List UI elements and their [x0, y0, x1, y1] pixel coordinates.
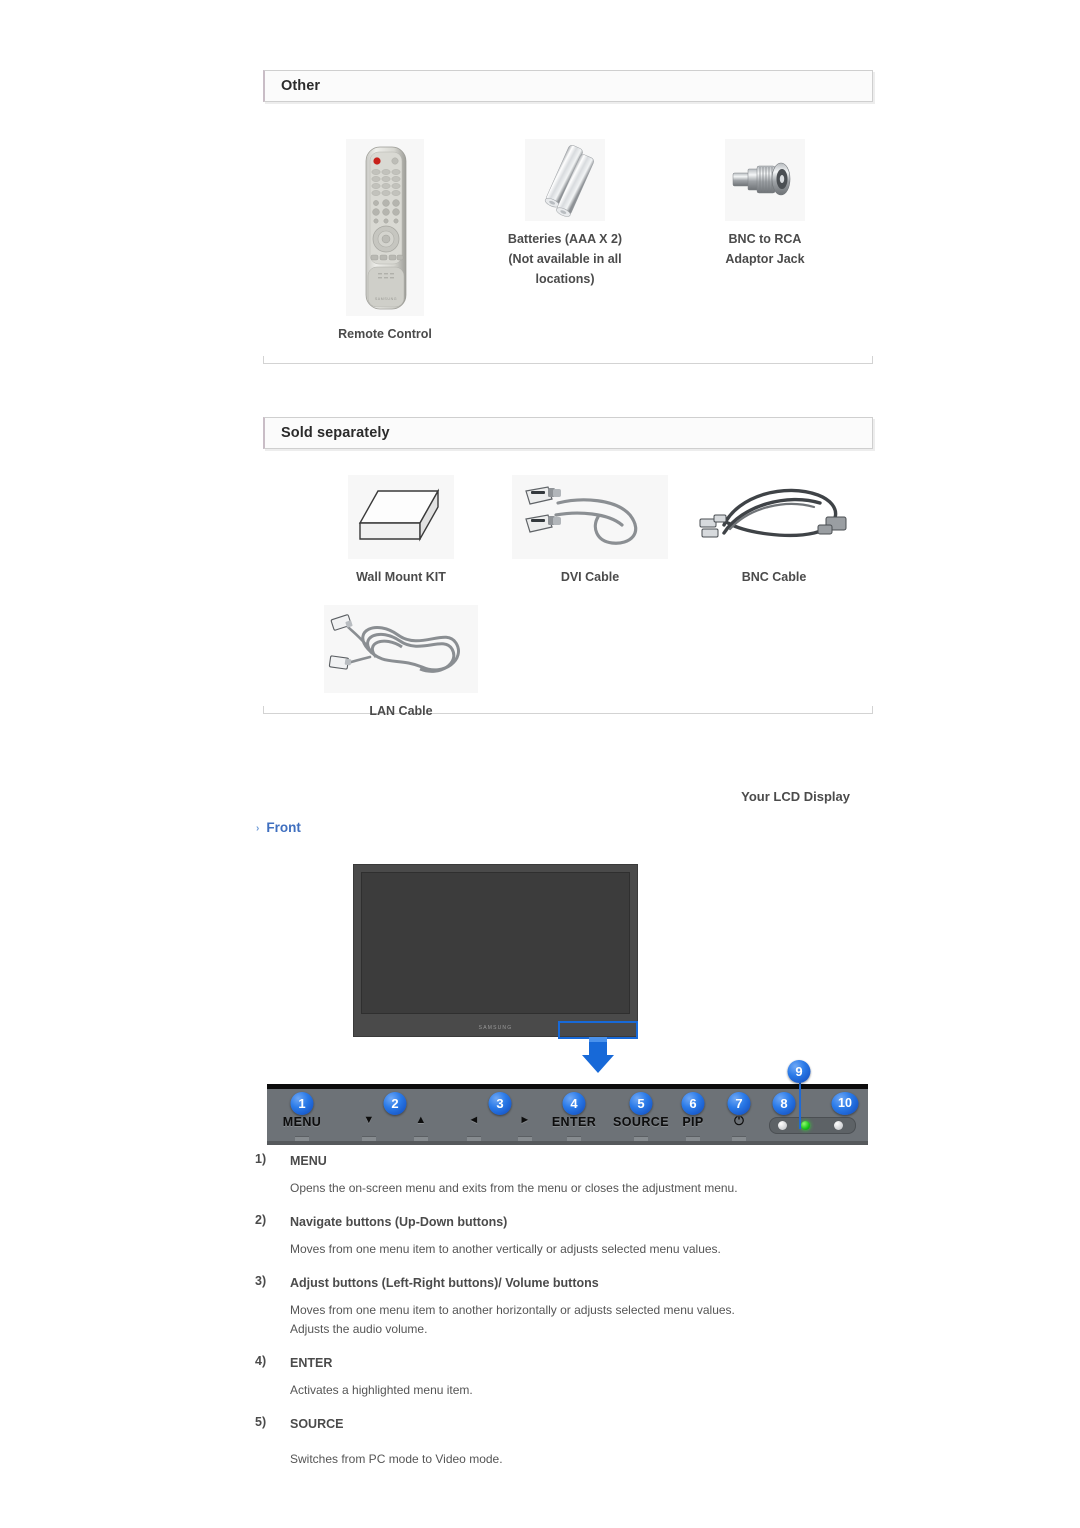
button-slot — [295, 1136, 309, 1141]
chevron-right-icon: › — [256, 823, 260, 834]
description-body: Opens the on-screen menu and exits from … — [290, 1179, 875, 1198]
accessory-bnc-cable: BNC Cable — [674, 471, 874, 587]
accessory-label: BNC to RCA Adaptor Jack — [725, 232, 805, 266]
section-other-header: Other — [263, 70, 873, 102]
description-item-source: 5) SOURCE Switches from PC mode to Video… — [255, 1415, 875, 1469]
description-body: Moves from one menu item to another hori… — [290, 1301, 875, 1339]
section-sold-separately-body: Wall Mount KIT DVI Cable BNC Cable LAN C… — [263, 449, 874, 718]
description-item-adjust: 3) Adjust buttons (Left-Right buttons)/ … — [255, 1274, 875, 1339]
callout-badge-10: 10 — [831, 1092, 859, 1115]
description-number: 1) — [255, 1152, 267, 1166]
lan-cable-icon — [324, 605, 478, 693]
callout-badge-5: 5 — [629, 1092, 653, 1115]
section-sold-separately: Sold separately Wall Mount KIT DVI Cable… — [263, 417, 874, 718]
control-source-label[interactable]: SOURCE — [613, 1115, 669, 1129]
section-other-title: Other — [281, 78, 321, 94]
callout-badge-8: 8 — [772, 1092, 796, 1115]
description-title: SOURCE — [290, 1417, 344, 1431]
callout-badge-2: 2 — [383, 1092, 407, 1115]
svg-text:SAMSUNG: SAMSUNG — [375, 297, 397, 301]
button-slot — [634, 1136, 648, 1141]
button-description-list: 1) MENU Opens the on-screen menu and exi… — [255, 1152, 875, 1484]
callout-badge-6: 6 — [681, 1092, 705, 1115]
control-right-arrow-label[interactable]: ► — [519, 1114, 530, 1126]
description-body: Switches from PC mode to Video mode. — [290, 1450, 875, 1469]
front-section-link[interactable]: › Front — [256, 820, 301, 835]
description-title: MENU — [290, 1154, 327, 1168]
callout-badge-9: 9 — [787, 1060, 811, 1083]
section-other-body: SAMSUNG Remote Control Batteries (AAA X … — [263, 102, 873, 364]
description-number: 3) — [255, 1274, 267, 1288]
control-down-arrow-label[interactable]: ▼ — [363, 1114, 374, 1126]
description-title: Adjust buttons (Left-Right buttons)/ Vol… — [290, 1276, 599, 1290]
accessory-label: Remote Control — [338, 327, 432, 341]
down-arrow-icon — [581, 1037, 615, 1073]
description-item-navigate: 2) Navigate buttons (Up-Down buttons) Mo… — [255, 1213, 875, 1259]
description-number: 4) — [255, 1354, 267, 1368]
front-label: Front — [266, 820, 301, 835]
section-sold-separately-header: Sold separately — [263, 417, 873, 449]
button-slot — [518, 1136, 532, 1141]
control-menu-label[interactable]: MENU — [283, 1115, 321, 1129]
accessory-label: Wall Mount KIT — [356, 570, 446, 584]
description-number: 2) — [255, 1213, 267, 1227]
description-item-enter: 4) ENTER Activates a highlighted menu it… — [255, 1354, 875, 1400]
power-led-green — [801, 1121, 810, 1130]
control-power-icon[interactable] — [733, 1113, 746, 1129]
accessory-label: DVI Cable — [560, 570, 620, 584]
button-slot — [686, 1136, 700, 1141]
bnc-to-rca-adaptor-icon — [725, 139, 805, 221]
control-up-arrow-label[interactable]: ▲ — [415, 1114, 426, 1126]
description-number: 5) — [255, 1415, 267, 1429]
accessory-remote-control: SAMSUNG Remote Control — [305, 139, 465, 344]
callout-badge-7: 7 — [727, 1092, 751, 1115]
control-panel-strip: MENU ▼ ▲ ◄ ► ENTER SOURCE PIP 1 2 3 4 5 … — [267, 1084, 868, 1145]
button-slot — [414, 1136, 428, 1141]
accessory-label: BNC Cable — [741, 570, 807, 584]
control-left-arrow-label[interactable]: ◄ — [468, 1114, 479, 1126]
accessory-label: Batteries (AAA X 2) (Not available in al… — [507, 232, 623, 286]
accessory-batteries: Batteries (AAA X 2) (Not available in al… — [475, 139, 655, 289]
button-slot — [567, 1136, 581, 1141]
accessory-dvi-cable: DVI Cable — [490, 475, 690, 587]
accessory-bnc-to-rca: BNC to RCA Adaptor Jack — [675, 139, 855, 269]
description-line: Adjusts the audio volume. — [290, 1322, 428, 1336]
description-line: Moves from one menu item to another hori… — [290, 1303, 735, 1317]
description-body: Activates a highlighted menu item. — [290, 1381, 875, 1400]
button-slot — [732, 1136, 746, 1141]
description-line: Opens the on-screen menu and exits from … — [290, 1181, 738, 1195]
section-other: Other SAMSUNG Remote Control Batteries (… — [263, 70, 873, 364]
description-body: Moves from one menu item to another vert… — [290, 1240, 875, 1259]
dvi-cable-icon — [512, 475, 668, 559]
remote-control-icon: SAMSUNG — [346, 139, 424, 316]
description-line: Switches from PC mode to Video mode. — [290, 1452, 503, 1466]
remote-sensor-led — [834, 1121, 843, 1130]
power-led-left — [778, 1121, 787, 1130]
section-sold-separately-title: Sold separately — [281, 425, 390, 441]
control-pip-label[interactable]: PIP — [682, 1115, 703, 1129]
wall-mount-kit-icon — [348, 475, 454, 559]
lcd-monitor-illustration: SAMSUNG — [353, 864, 638, 1037]
monitor-screen — [361, 872, 630, 1014]
batteries-icon — [525, 139, 605, 221]
button-slot — [362, 1136, 376, 1141]
button-slot — [467, 1136, 481, 1141]
accessory-label: LAN Cable — [369, 704, 433, 718]
bnc-cable-icon — [694, 471, 854, 559]
callout-badge-3: 3 — [488, 1092, 512, 1115]
description-line: Moves from one menu item to another vert… — [290, 1242, 721, 1256]
callout-badge-4: 4 — [562, 1092, 586, 1115]
led-indicator-tray — [769, 1117, 856, 1134]
description-line: Activates a highlighted menu item. — [290, 1383, 473, 1397]
description-title: ENTER — [290, 1356, 333, 1370]
callout-badge-1: 1 — [290, 1092, 314, 1115]
accessory-wall-mount-kit: Wall Mount KIT — [291, 475, 511, 587]
callout-leader-line-9 — [799, 1080, 801, 1129]
lcd-display-heading: Your LCD Display — [741, 789, 850, 804]
description-item-menu: 1) MENU Opens the on-screen menu and exi… — [255, 1152, 875, 1198]
control-enter-label[interactable]: ENTER — [552, 1115, 596, 1129]
description-title: Navigate buttons (Up-Down buttons) — [290, 1215, 508, 1229]
accessory-lan-cable: LAN Cable — [291, 605, 511, 721]
